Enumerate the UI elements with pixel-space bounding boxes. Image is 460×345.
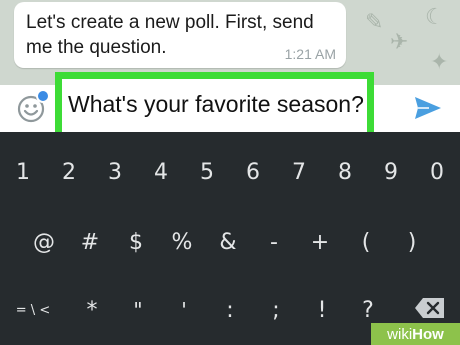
doodle-pen-icon: ✎ (365, 10, 384, 35)
key-7[interactable]: 7 (276, 147, 322, 197)
key-asterisk[interactable]: * (69, 285, 115, 335)
keyboard-row-numbers: 1 2 3 4 5 6 7 8 9 0 (0, 147, 460, 197)
key-3[interactable]: 3 (92, 147, 138, 197)
key-open-paren[interactable]: ( (343, 217, 389, 267)
watermark-prefix: wiki (387, 325, 413, 343)
key-1[interactable]: 1 (0, 147, 46, 197)
send-icon[interactable] (413, 94, 443, 122)
key-percent[interactable]: % (159, 217, 205, 267)
wikihow-watermark: wiki How (371, 323, 460, 345)
key-9[interactable]: 9 (368, 147, 414, 197)
key-ampersand[interactable]: & (205, 217, 251, 267)
key-plus[interactable]: + (297, 217, 343, 267)
message-input-value: What's your favorite season? (68, 91, 364, 117)
key-dollar[interactable]: $ (113, 217, 159, 267)
doodle-star-icon: ✦ (430, 50, 449, 75)
key-hash[interactable]: # (67, 217, 113, 267)
key-colon[interactable]: : (207, 285, 253, 335)
key-0[interactable]: 0 (414, 147, 460, 197)
notification-dot (36, 89, 50, 103)
key-at[interactable]: @ (21, 217, 67, 267)
key-double-quote[interactable]: " (115, 285, 161, 335)
backspace-icon[interactable] (414, 296, 446, 320)
keyboard: 1 2 3 4 5 6 7 8 9 0 @ # $ % & - + ( ) = … (0, 132, 460, 345)
keyboard-row-symbols: @ # $ % & - + ( ) (0, 217, 460, 267)
watermark-suffix: How (412, 325, 444, 343)
doodle-moon-icon: ☾ (425, 5, 445, 30)
key-4[interactable]: 4 (138, 147, 184, 197)
key-semicolon[interactable]: ; (253, 285, 299, 335)
key-close-paren[interactable]: ) (389, 217, 435, 267)
key-2[interactable]: 2 (46, 147, 92, 197)
key-single-quote[interactable]: ' (161, 285, 207, 335)
key-minus[interactable]: - (251, 217, 297, 267)
key-8[interactable]: 8 (322, 147, 368, 197)
key-more-symbols[interactable]: = \ < (8, 285, 58, 335)
message-time: 1:21 AM (284, 46, 336, 62)
key-6[interactable]: 6 (230, 147, 276, 197)
key-5[interactable]: 5 (184, 147, 230, 197)
message-input[interactable]: What's your favorite season? (62, 79, 367, 135)
key-exclamation[interactable]: ! (299, 285, 345, 335)
message-bubble[interactable]: Let's create a new poll. First, send me … (14, 2, 346, 68)
doodle-plane-icon: ✈ (390, 30, 409, 55)
